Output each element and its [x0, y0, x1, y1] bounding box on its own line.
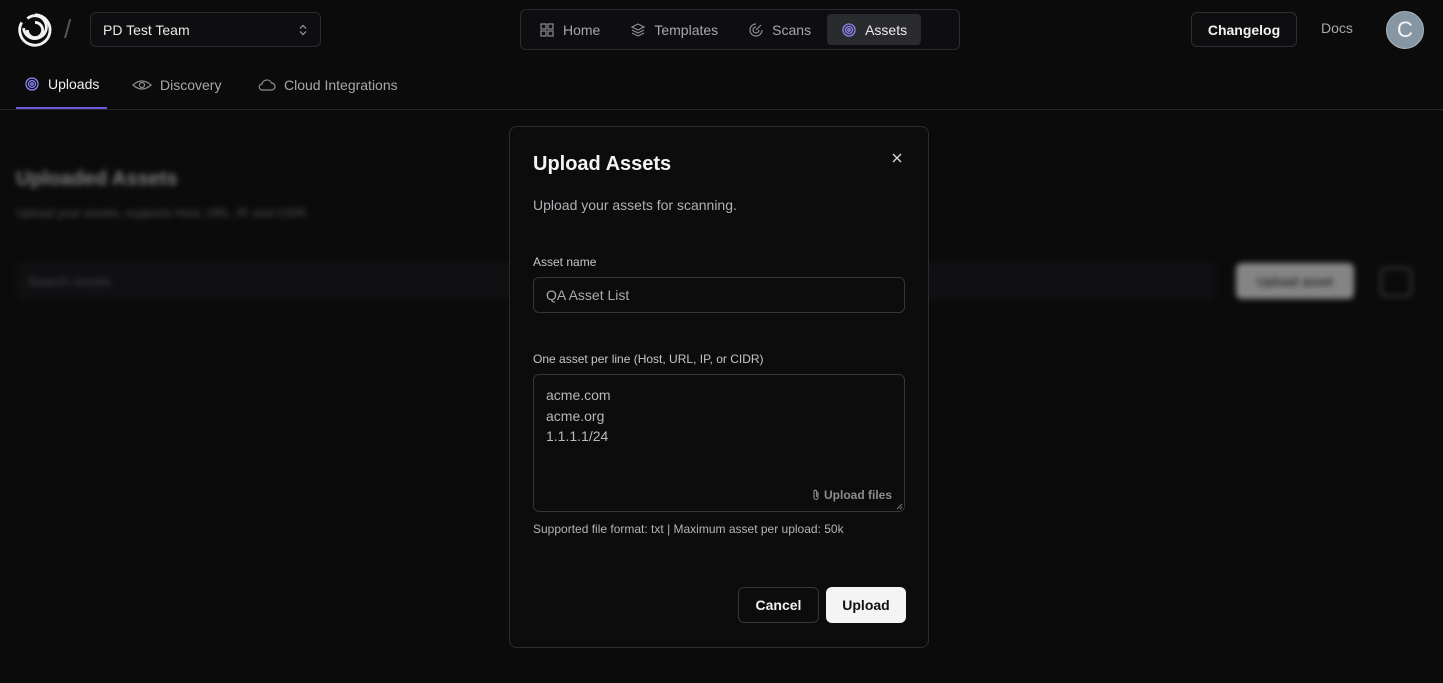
asset-name-label: Asset name	[533, 255, 597, 269]
upload-files-label: Upload files	[823, 488, 892, 502]
chevron-up-down-icon	[299, 24, 307, 35]
nav-scans[interactable]: Scans	[734, 14, 825, 45]
target-icon	[842, 22, 856, 37]
search-placeholder: Search results	[28, 273, 112, 289]
upload-button[interactable]: Upload	[826, 587, 906, 623]
team-select[interactable]: PD Test Team	[90, 12, 321, 47]
sub-tabs: Uploads Discovery Cloud Integrations	[0, 60, 1443, 110]
eye-icon	[132, 79, 152, 90]
changelog-button[interactable]: Changelog	[1191, 12, 1297, 47]
nav-home[interactable]: Home	[525, 14, 614, 45]
top-bar: / PD Test Team Home Templates Scans Asse…	[0, 0, 1443, 58]
tab-discovery-label: Discovery	[160, 76, 222, 93]
asset-line: 1.1.1.1/24	[546, 428, 609, 444]
logo-icon[interactable]	[16, 11, 54, 49]
paperclip-icon	[813, 489, 819, 501]
upload-asset-button: Upload asset	[1236, 263, 1354, 299]
dialog-description: Upload your assets for scanning.	[533, 197, 737, 213]
tab-cloud-integrations[interactable]: Cloud Integrations	[250, 60, 406, 109]
asset-line: acme.org	[546, 407, 605, 424]
nav-assets-label: Assets	[865, 21, 908, 38]
breadcrumb-separator: /	[64, 14, 72, 44]
page-subtitle: Upload your assets, supports Host, URL, …	[16, 206, 310, 220]
assets-list-label: One asset per line (Host, URL, IP, or CI…	[533, 352, 764, 366]
tab-uploads[interactable]: Uploads	[16, 60, 108, 109]
resize-handle-icon[interactable]	[895, 502, 903, 510]
page-title: Uploaded Assets	[16, 168, 178, 190]
close-icon[interactable]	[890, 151, 904, 165]
docs-link[interactable]: Docs	[1321, 20, 1353, 36]
assets-lines: acme.com acme.org 1.1.1.1/24	[546, 385, 611, 447]
layers-icon	[631, 22, 646, 37]
nav-scans-label: Scans	[772, 21, 812, 38]
avatar[interactable]: C	[1386, 11, 1424, 49]
nav-assets[interactable]: Assets	[827, 14, 922, 45]
upload-files-button[interactable]: Upload files	[811, 488, 892, 502]
refresh-icon	[1380, 267, 1412, 297]
target-icon	[25, 76, 39, 91]
upload-assets-dialog: Upload Assets Upload your assets for sca…	[509, 126, 929, 648]
main-nav: Home Templates Scans Assets	[520, 9, 960, 50]
cloud-icon	[258, 78, 276, 91]
team-select-value: PD Test Team	[103, 21, 190, 38]
radar-icon	[749, 22, 763, 37]
tab-uploads-label: Uploads	[48, 75, 100, 92]
nav-templates[interactable]: Templates	[616, 14, 732, 45]
tab-discovery[interactable]: Discovery	[124, 60, 229, 109]
tab-cloud-integrations-label: Cloud Integrations	[284, 76, 398, 93]
nav-templates-label: Templates	[654, 21, 719, 38]
cancel-button[interactable]: Cancel	[738, 587, 819, 623]
assets-textarea[interactable]: acme.com acme.org 1.1.1.1/24 Upload file…	[533, 374, 905, 512]
upload-hint: Supported file format: txt | Maximum ass…	[533, 522, 844, 536]
asset-line: acme.com	[546, 387, 611, 403]
asset-name-input[interactable]	[533, 277, 905, 313]
nav-home-label: Home	[563, 21, 601, 38]
grid-icon	[540, 22, 554, 37]
dialog-title: Upload Assets	[533, 153, 672, 175]
